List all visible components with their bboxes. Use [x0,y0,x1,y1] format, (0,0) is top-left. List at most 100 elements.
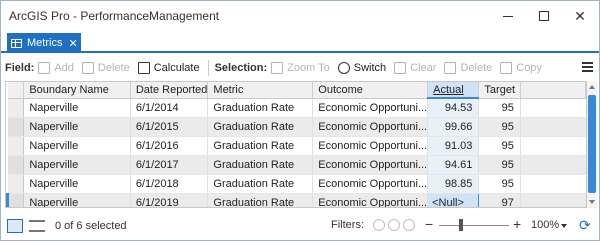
clear-label: Clear [410,62,437,74]
cell-actual-editing[interactable]: <Null> [427,192,480,207]
cell-date-reported[interactable]: 6/1/2017 [130,155,209,175]
cell-actual[interactable]: 94.61 [427,155,480,175]
column-header-outcome[interactable]: Outcome [312,82,429,99]
refresh-icon[interactable]: ⟳ [579,217,591,234]
cell-metric[interactable]: Graduation Rate [207,117,314,137]
cell-boundary-name[interactable]: Naperville [23,155,131,175]
field-label: Field: [5,62,35,74]
delete-selection-label: Delete [460,62,493,74]
table-row[interactable]: Naperville 6/1/2016 Graduation Rate Econ… [7,136,586,156]
calculate-button[interactable]: Calculate [137,62,200,74]
row-header[interactable] [7,136,25,156]
table-row[interactable]: Naperville 6/1/2014 Graduation Rate Econ… [7,98,586,118]
cell-target[interactable]: 95 [478,155,521,175]
cell-outcome[interactable]: Economic Opportuni... [312,174,429,194]
table-icon [11,38,22,48]
cell-target[interactable]: 97 [478,193,521,207]
cell-metric[interactable]: Graduation Rate [207,174,314,194]
zoom-slider[interactable] [439,225,509,226]
range-filter-icon[interactable] [403,219,415,231]
cell-outcome[interactable]: Economic Opportuni... [312,193,429,207]
toolbar-separator [207,60,209,76]
cell-actual[interactable]: 99.66 [427,117,480,137]
cell-boundary-name[interactable]: Naperville [23,117,131,137]
menu-icon[interactable] [582,62,593,72]
copy-button[interactable]: Copy [500,62,542,74]
cell-target[interactable]: 95 [478,117,521,137]
row-header[interactable] [7,174,25,194]
delete-selection-button[interactable]: Delete [444,62,492,74]
add-field-label: Add [54,62,74,74]
row-header[interactable] [7,117,25,137]
show-selected-records-icon[interactable] [29,219,45,232]
switch-button[interactable]: Switch [337,62,386,74]
cell-outcome[interactable]: Economic Opportuni... [312,98,429,118]
cell-actual[interactable]: 98.85 [427,174,480,194]
cell-boundary-name[interactable]: Naperville [23,193,131,207]
cell-metric[interactable]: Graduation Rate [207,155,314,175]
zoom-out-icon[interactable]: − [425,216,433,232]
column-header-boundary-name[interactable]: Boundary Name [23,82,131,99]
cell-boundary-name[interactable]: Naperville [23,98,131,118]
table-row[interactable]: Naperville 6/1/2017 Graduation Rate Econ… [7,155,586,175]
select-all-corner[interactable] [7,82,25,99]
scroll-down-icon[interactable] [589,200,595,204]
cell-outcome[interactable]: Economic Opportuni... [312,117,429,137]
delete-field-button[interactable]: Delete [81,62,130,74]
cell-actual[interactable]: 94.53 [427,98,480,118]
row-header[interactable] [7,155,25,175]
close-button[interactable]: ✕ [563,1,597,31]
zoom-to-button[interactable]: Zoom To [271,62,330,74]
cell-target[interactable]: 95 [478,98,521,118]
zoom-level[interactable]: 100% [531,219,559,231]
cell-outcome[interactable]: Economic Opportuni... [312,155,429,175]
scrollbar-thumb[interactable] [588,95,596,193]
vertical-scrollbar[interactable] [587,81,597,208]
table-row[interactable]: Naperville 6/1/2018 Graduation Rate Econ… [7,174,586,194]
add-field-button[interactable]: Add [38,62,74,74]
cell-metric[interactable]: Graduation Rate [207,193,314,207]
extent-filter-icon[interactable] [373,219,385,231]
table-row[interactable]: Naperville 6/1/2015 Graduation Rate Econ… [7,117,586,137]
column-header-actual[interactable]: Actual [427,82,480,99]
row-header[interactable] [6,193,25,207]
zoom-dropdown-icon[interactable] [561,224,567,228]
zoom-in-icon[interactable]: + [513,216,521,232]
cell-actual[interactable]: 91.03 [427,136,480,156]
maximize-button[interactable] [527,1,561,31]
calculator-icon [137,62,150,74]
window-title: ArcGIS Pro - PerformanceManagement [9,9,220,23]
column-header-date-reported[interactable]: Date Reported [130,82,209,99]
minimize-button[interactable] [491,1,525,31]
time-filter-icon[interactable] [388,219,400,231]
zoom-slider-thumb[interactable] [458,219,463,231]
tab-metrics[interactable]: Metrics ✕ [7,33,81,53]
cell-metric[interactable]: Graduation Rate [207,136,314,156]
column-header-target[interactable]: Target [478,82,521,99]
cell-date-reported[interactable]: 6/1/2019 [130,193,209,207]
cell-target[interactable]: 95 [478,136,521,156]
clear-button[interactable]: Clear [394,62,436,74]
switch-icon [337,62,350,74]
app-window: ArcGIS Pro - PerformanceManagement ✕ Met… [0,0,600,241]
show-all-records-icon[interactable] [7,218,23,233]
cell-boundary-name[interactable]: Naperville [23,174,131,194]
cell-outcome[interactable]: Economic Opportuni... [312,136,429,156]
tab-close-icon[interactable]: ✕ [68,37,77,50]
cell-metric[interactable]: Graduation Rate [207,98,314,118]
delete-field-label: Delete [97,62,130,74]
column-header-metric[interactable]: Metric [207,82,314,99]
row-header[interactable] [7,98,25,118]
cell-date-reported[interactable]: 6/1/2016 [130,136,209,156]
cell-boundary-name[interactable]: Naperville [23,136,131,156]
selection-label: Selection: [214,62,268,74]
cell-date-reported[interactable]: 6/1/2015 [130,117,209,137]
table-row[interactable]: Naperville 6/1/2019 Graduation Rate Econ… [6,192,586,207]
clear-icon [394,62,407,74]
tab-strip: Metrics ✕ [1,31,599,53]
cell-target[interactable]: 95 [478,174,521,194]
delete-field-icon [81,62,94,74]
cell-date-reported[interactable]: 6/1/2018 [130,174,209,194]
cell-date-reported[interactable]: 6/1/2014 [130,98,209,118]
scroll-up-icon[interactable] [589,85,595,89]
